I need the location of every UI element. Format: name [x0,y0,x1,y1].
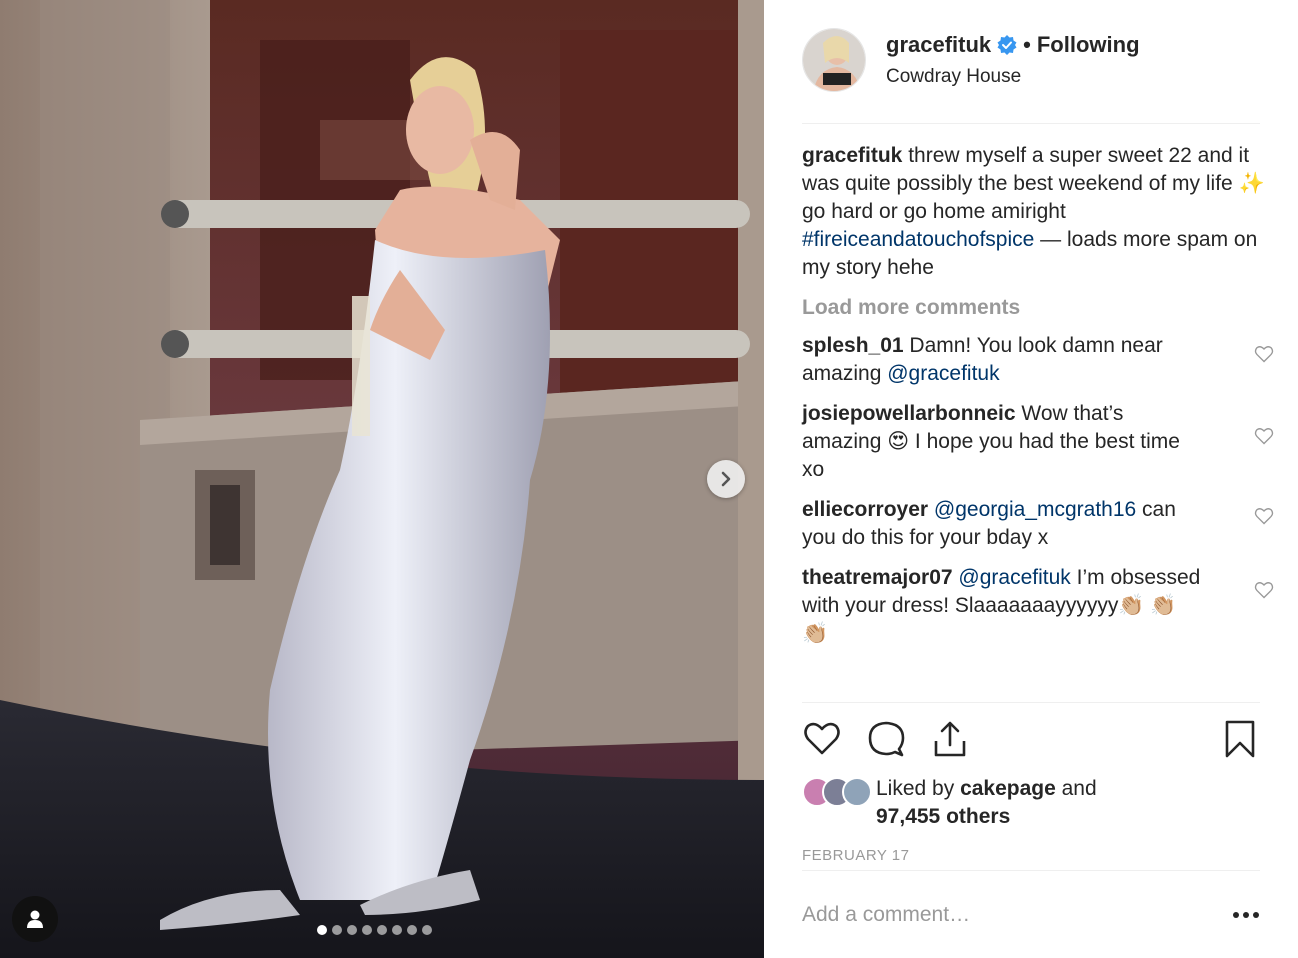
carousel-dot [362,925,372,935]
carousel-dot [347,925,357,935]
photo-scene [0,0,764,958]
load-more-comments-button[interactable]: Load more comments [802,296,1262,320]
caption-username[interactable]: gracefituk [802,144,902,167]
likes-prefix: Liked by [876,777,961,800]
user-tag-icon [27,910,43,928]
likes-count[interactable]: 97,455 others [876,805,1010,828]
post-date[interactable]: FEBRUARY 17 [802,847,1260,864]
more-icon[interactable] [1232,911,1260,919]
heart-icon[interactable] [802,719,842,759]
comment-like-heart-icon[interactable] [1254,506,1274,526]
comment-like-heart-icon[interactable] [1254,344,1274,364]
comment-mention[interactable]: @gracefituk [887,362,999,385]
liker-avatars[interactable] [802,777,872,807]
carousel-dot [407,925,417,935]
comment-username[interactable]: josiepowellarbonneic [802,402,1016,425]
comment-mention[interactable]: @georgia_mcgrath16 [934,498,1136,521]
author-username[interactable]: gracefituk [886,32,991,58]
carousel-dot [392,925,402,935]
post-caption: gracefituk threw myself a super sweet 22… [802,142,1272,282]
author-avatar[interactable] [802,28,866,92]
comment-username[interactable]: theatremajor07 [802,566,953,589]
post-location[interactable]: Cowdray House [886,66,1140,88]
carousel-dot [317,925,327,935]
instagram-post: gracefituk • Following Cowdray House gra… [0,0,1298,958]
carousel-dot [422,925,432,935]
comment-mention[interactable]: @gracefituk [958,566,1070,589]
comment-like-heart-icon[interactable] [1254,426,1274,446]
first-liker[interactable]: cakepage [960,777,1056,800]
following-button[interactable]: Following [1037,32,1140,58]
comment-item: theatremajor07 @gracefituk I’m obsessed … [802,564,1274,648]
action-icons-row [802,719,1260,759]
caption-hashtag[interactable]: #fireiceandatouchofspice [802,228,1034,251]
post-photo[interactable] [0,0,764,958]
carousel-dot [332,925,342,935]
likes-and: and [1055,777,1097,800]
comment-item: josiepowellarbonneic Wow that’s amazing … [802,400,1274,484]
next-slide-button[interactable] [707,460,745,498]
carousel-indicator [317,925,432,935]
post-actions: Liked by cakepage and 97,455 others FEBR… [802,702,1260,864]
tagged-users-button[interactable] [12,896,58,942]
comments-section: gracefituk threw myself a super sweet 22… [802,142,1274,648]
comment-item: splesh_01 Damn! You look damn near amazi… [802,332,1274,388]
verified-icon [997,35,1017,55]
header-line: gracefituk • Following [886,32,1140,58]
comment-username[interactable]: elliecorroyer [802,498,928,521]
bookmark-icon[interactable] [1220,719,1260,759]
post-header: gracefituk • Following Cowdray House [802,28,1260,124]
share-icon[interactable] [930,719,970,759]
comment-username[interactable]: splesh_01 [802,334,904,357]
comment-like-heart-icon[interactable] [1254,580,1274,600]
comment-icon[interactable] [866,719,906,759]
comment-input[interactable] [802,902,1232,927]
likes-summary: Liked by cakepage and 97,455 others [802,775,1260,831]
post-details-panel: gracefituk • Following Cowdray House gra… [764,0,1298,958]
add-comment-bar [802,870,1260,958]
avatar-image [803,29,865,91]
header-separator: • [1023,32,1031,57]
header-text: gracefituk • Following Cowdray House [886,32,1140,123]
liker-avatar [842,777,872,807]
carousel-dot [377,925,387,935]
likes-text: Liked by cakepage and 97,455 others [876,775,1097,831]
comment-item: elliecorroyer @georgia_mcgrath16 can you… [802,496,1274,552]
chevron-right-icon [721,471,731,487]
